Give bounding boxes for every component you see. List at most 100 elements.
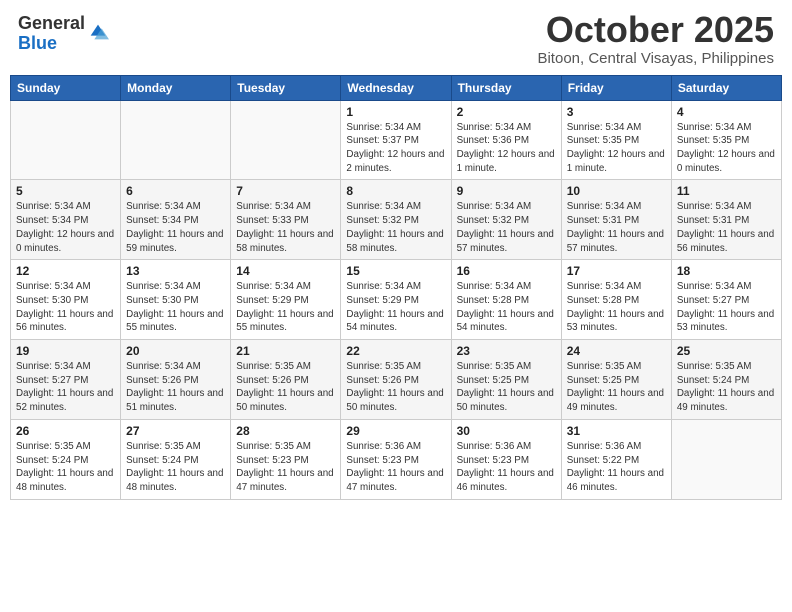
calendar-cell: 8 Sunrise: 5:34 AMSunset: 5:32 PMDaylight… [341, 180, 451, 260]
day-number: 16 [457, 264, 556, 278]
title-area: October 2025 Bitoon, Central Visayas, Ph… [537, 10, 774, 67]
calendar-week-row: 12 Sunrise: 5:34 AMSunset: 5:30 PMDayligh… [11, 260, 782, 340]
calendar-cell: 12Sunrise: 5:34 AMSunset: 5:30 PMDayligh… [11, 260, 121, 340]
logo: General Blue [18, 14, 109, 54]
day-number: 19 [16, 344, 115, 358]
calendar-cell [11, 100, 121, 180]
day-number: 5 [16, 184, 115, 198]
day-number: 14 [236, 264, 335, 278]
day-number: 12 [16, 264, 115, 278]
day-info: Sunrise: 5:34 AMSunset: 5:37 PMDaylight:… [346, 121, 445, 176]
day-info: Sunrise: 5:36 AMSunset: 5:23 PMDaylight:… [346, 440, 445, 495]
day-number: 31 [567, 424, 666, 438]
day-number: 27 [126, 424, 225, 438]
page-header: General Blue October 2025 Bitoon, Centra… [10, 10, 782, 67]
calendar-cell: 24 Sunrise: 5:35 AMSunset: 5:25 PMDayligh… [561, 340, 671, 420]
calendar-cell: 29 Sunrise: 5:36 AMSunset: 5:23 PMDayligh… [341, 419, 451, 499]
calendar-cell: 28 Sunrise: 5:35 AMSunset: 5:23 PMDayligh… [231, 419, 341, 499]
calendar-header-row: SundayMondayTuesdayWednesdayThursdayFrid… [11, 75, 782, 100]
calendar-week-row: 1 Sunrise: 5:34 AMSunset: 5:37 PMDaylight… [11, 100, 782, 180]
day-info: Sunrise: 5:36 AMSunset: 5:22 PMDaylight:… [567, 440, 666, 495]
day-info: Sunrise: 5:34 AMSunset: 5:35 PMDaylight:… [567, 121, 666, 176]
location-subtitle: Bitoon, Central Visayas, Philippines [537, 50, 774, 67]
day-info: Sunrise: 5:34 AMSunset: 5:27 PMDaylight:… [16, 360, 115, 415]
day-info: Sunrise: 5:34 AMSunset: 5:31 PMDaylight:… [677, 200, 776, 255]
day-info: Sunrise: 5:34 AMSunset: 5:33 PMDaylight:… [236, 200, 335, 255]
day-number: 4 [677, 105, 776, 119]
day-info: Sunrise: 5:35 AMSunset: 5:26 PMDaylight:… [236, 360, 335, 415]
day-info: Sunrise: 5:34 AMSunset: 5:32 PMDaylight:… [346, 200, 445, 255]
day-info: Sunrise: 5:34 AMSunset: 5:28 PMDaylight:… [567, 280, 666, 335]
day-info: Sunrise: 5:34 AMSunset: 5:34 PMDaylight:… [126, 200, 225, 255]
calendar-cell: 25 Sunrise: 5:35 AMSunset: 5:24 PMDayligh… [671, 340, 781, 420]
calendar-cell: 17 Sunrise: 5:34 AMSunset: 5:28 PMDayligh… [561, 260, 671, 340]
day-info: Sunrise: 5:34 AMSunset: 5:30 PMDaylight:… [126, 280, 225, 335]
logo-icon [87, 21, 109, 43]
calendar-cell: 27Sunrise: 5:35 AMSunset: 5:24 PMDayligh… [121, 419, 231, 499]
day-number: 13 [126, 264, 225, 278]
calendar-cell [121, 100, 231, 180]
calendar-table: SundayMondayTuesdayWednesdayThursdayFrid… [10, 75, 782, 500]
calendar-cell: 4 Sunrise: 5:34 AMSunset: 5:35 PMDaylight… [671, 100, 781, 180]
calendar-cell: 5 Sunrise: 5:34 AMSunset: 5:34 PMDaylight… [11, 180, 121, 260]
calendar-cell: 11 Sunrise: 5:34 AMSunset: 5:31 PMDayligh… [671, 180, 781, 260]
day-number: 30 [457, 424, 556, 438]
day-info: Sunrise: 5:34 AMSunset: 5:32 PMDaylight:… [457, 200, 556, 255]
day-number: 9 [457, 184, 556, 198]
day-info: Sunrise: 5:34 AMSunset: 5:29 PMDaylight:… [346, 280, 445, 335]
day-info: Sunrise: 5:35 AMSunset: 5:23 PMDaylight:… [236, 440, 335, 495]
day-number: 17 [567, 264, 666, 278]
weekday-header-friday: Friday [561, 75, 671, 100]
day-number: 28 [236, 424, 335, 438]
day-number: 2 [457, 105, 556, 119]
calendar-cell: 22Sunrise: 5:35 AMSunset: 5:26 PMDayligh… [341, 340, 451, 420]
day-info: Sunrise: 5:34 AMSunset: 5:36 PMDaylight:… [457, 121, 556, 176]
calendar-cell: 15 Sunrise: 5:34 AMSunset: 5:29 PMDayligh… [341, 260, 451, 340]
calendar-cell [671, 419, 781, 499]
day-number: 20 [126, 344, 225, 358]
calendar-cell: 23Sunrise: 5:35 AMSunset: 5:25 PMDayligh… [451, 340, 561, 420]
day-info: Sunrise: 5:34 AMSunset: 5:27 PMDaylight:… [677, 280, 776, 335]
calendar-week-row: 5 Sunrise: 5:34 AMSunset: 5:34 PMDaylight… [11, 180, 782, 260]
day-info: Sunrise: 5:35 AMSunset: 5:24 PMDaylight:… [677, 360, 776, 415]
day-info: Sunrise: 5:35 AMSunset: 5:25 PMDaylight:… [567, 360, 666, 415]
day-number: 6 [126, 184, 225, 198]
day-number: 10 [567, 184, 666, 198]
calendar-cell: 7 Sunrise: 5:34 AMSunset: 5:33 PMDaylight… [231, 180, 341, 260]
day-number: 29 [346, 424, 445, 438]
day-number: 8 [346, 184, 445, 198]
calendar-cell: 9 Sunrise: 5:34 AMSunset: 5:32 PMDaylight… [451, 180, 561, 260]
calendar-cell: 6 Sunrise: 5:34 AMSunset: 5:34 PMDaylight… [121, 180, 231, 260]
weekday-header-sunday: Sunday [11, 75, 121, 100]
day-number: 1 [346, 105, 445, 119]
calendar-cell: 10 Sunrise: 5:34 AMSunset: 5:31 PMDayligh… [561, 180, 671, 260]
day-info: Sunrise: 5:34 AMSunset: 5:35 PMDaylight:… [677, 121, 776, 176]
day-number: 25 [677, 344, 776, 358]
logo-general: General [18, 14, 85, 34]
weekday-header-tuesday: Tuesday [231, 75, 341, 100]
day-number: 15 [346, 264, 445, 278]
day-number: 11 [677, 184, 776, 198]
calendar-cell: 13 Sunrise: 5:34 AMSunset: 5:30 PMDayligh… [121, 260, 231, 340]
calendar-cell: 1 Sunrise: 5:34 AMSunset: 5:37 PMDaylight… [341, 100, 451, 180]
day-number: 7 [236, 184, 335, 198]
day-number: 22 [346, 344, 445, 358]
day-info: Sunrise: 5:34 AMSunset: 5:28 PMDaylight:… [457, 280, 556, 335]
calendar-week-row: 19 Sunrise: 5:34 AMSunset: 5:27 PMDayligh… [11, 340, 782, 420]
calendar-cell: 31 Sunrise: 5:36 AMSunset: 5:22 PMDayligh… [561, 419, 671, 499]
weekday-header-thursday: Thursday [451, 75, 561, 100]
day-number: 26 [16, 424, 115, 438]
day-info: Sunrise: 5:35 AMSunset: 5:24 PMDaylight:… [16, 440, 115, 495]
day-number: 18 [677, 264, 776, 278]
day-number: 24 [567, 344, 666, 358]
day-info: Sunrise: 5:34 AMSunset: 5:31 PMDaylight:… [567, 200, 666, 255]
day-info: Sunrise: 5:34 AMSunset: 5:34 PMDaylight:… [16, 200, 115, 255]
weekday-header-monday: Monday [121, 75, 231, 100]
day-info: Sunrise: 5:34 AMSunset: 5:26 PMDaylight:… [126, 360, 225, 415]
logo-blue: Blue [18, 34, 85, 54]
calendar-cell: 30Sunrise: 5:36 AMSunset: 5:23 PMDayligh… [451, 419, 561, 499]
day-info: Sunrise: 5:34 AMSunset: 5:29 PMDaylight:… [236, 280, 335, 335]
calendar-cell: 3Sunrise: 5:34 AMSunset: 5:35 PMDaylight… [561, 100, 671, 180]
calendar-cell: 18 Sunrise: 5:34 AMSunset: 5:27 PMDayligh… [671, 260, 781, 340]
calendar-cell [231, 100, 341, 180]
